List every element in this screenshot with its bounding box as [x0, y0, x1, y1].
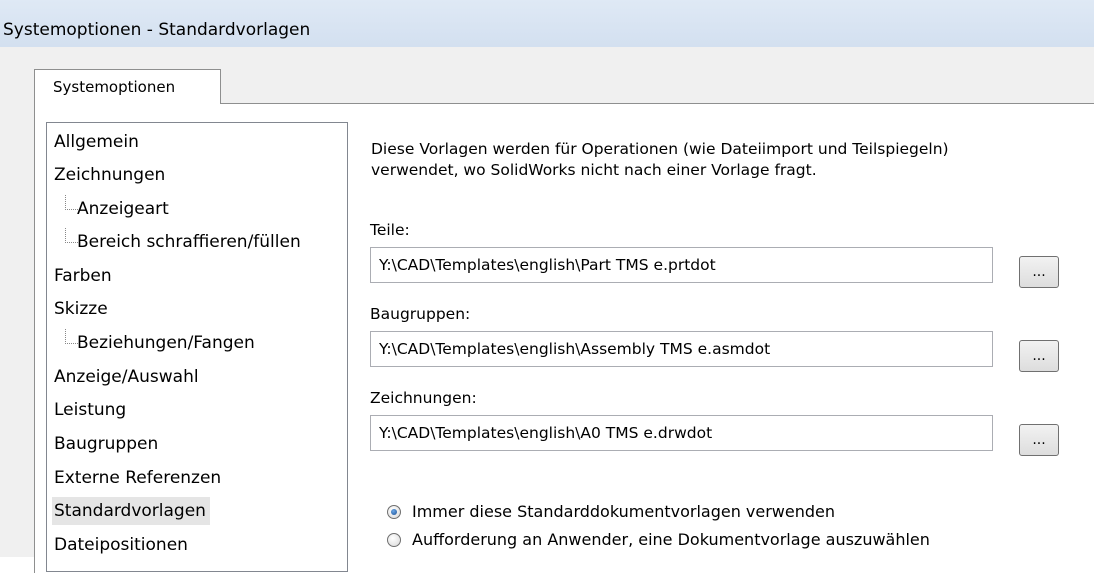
tree-item-bereich-schraffieren[interactable]: Bereich schraffieren/füllen	[65, 228, 301, 256]
tree-item-beziehungen-fangen[interactable]: Beziehungen/Fangen	[65, 329, 255, 357]
teile-browse-button[interactable]: ...	[1019, 256, 1059, 288]
zeichnungen-browse-button[interactable]: ...	[1019, 424, 1059, 456]
baugruppen-browse-button[interactable]: ...	[1019, 340, 1059, 372]
tree-item-baugruppen[interactable]: Baugruppen	[54, 430, 158, 458]
tree-item-anzeigeart[interactable]: Anzeigeart	[65, 195, 169, 223]
tree-connector	[65, 228, 78, 243]
window-title: Systemoptionen - Standardvorlagen	[3, 20, 311, 40]
baugruppen-path-field[interactable]: Y:\CAD\Templates\english\Assembly TMS e.…	[370, 331, 993, 367]
radio-button-checked-icon[interactable]	[387, 505, 401, 519]
zeichnungen-label: Zeichnungen:	[370, 389, 477, 407]
tree-item-skizze[interactable]: Skizze	[54, 295, 108, 323]
tree-item-allgemein[interactable]: Allgemein	[54, 128, 139, 156]
tree-connector	[65, 195, 78, 210]
tree-item-leistung[interactable]: Leistung	[54, 396, 126, 424]
description-text: Diese Vorlagen werden für Operationen (w…	[371, 140, 949, 179]
tree-item-zeichnungen[interactable]: Zeichnungen	[54, 161, 165, 189]
tree-item-dateipositionen[interactable]: Dateipositionen	[54, 531, 188, 559]
tree-item-anzeige-auswahl[interactable]: Anzeige/Auswahl	[54, 363, 199, 391]
baugruppen-label: Baugruppen:	[370, 305, 471, 323]
teile-label: Teile:	[370, 221, 410, 239]
tab-systemoptionen[interactable]: Systemoptionen	[34, 69, 221, 104]
tab-label: Systemoptionen	[53, 78, 176, 96]
options-tree[interactable]: Allgemein Zeichnungen Anzeigeart Bereich…	[46, 122, 348, 572]
tree-item-farben[interactable]: Farben	[54, 262, 112, 290]
tree-connector	[65, 329, 78, 344]
zeichnungen-path-field[interactable]: Y:\CAD\Templates\english\A0 TMS e.drwdot	[370, 415, 993, 451]
title-bar: Systemoptionen - Standardvorlagen	[0, 0, 1094, 47]
tree-item-standardvorlagen[interactable]: Standardvorlagen	[52, 497, 210, 525]
tree-item-externe-referenzen[interactable]: Externe Referenzen	[54, 464, 221, 492]
teile-path-field[interactable]: Y:\CAD\Templates\english\Part TMS e.prtd…	[370, 247, 993, 283]
radio-button-unchecked-icon[interactable]	[387, 533, 401, 547]
